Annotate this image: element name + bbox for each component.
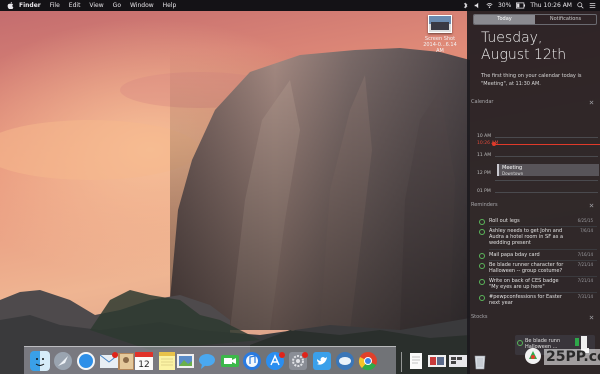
- reminder-checkbox[interactable]: [479, 229, 485, 235]
- reminder-text: Be blade runner character for Halloween …: [489, 262, 564, 274]
- slides-icon[interactable]: [448, 351, 468, 371]
- chrome-icon[interactable]: [358, 351, 378, 371]
- chat-icon[interactable]: [335, 351, 355, 371]
- today-date: August 12th: [481, 47, 567, 63]
- divider: [489, 226, 597, 227]
- preferences-icon[interactable]: [288, 351, 308, 371]
- app-store-icon[interactable]: [265, 351, 285, 371]
- apple-menu-icon[interactable]: [7, 2, 14, 9]
- hour-label: 12 PM: [477, 171, 491, 176]
- reminder-checkbox[interactable]: [479, 219, 485, 225]
- desktop-file-screenshot[interactable]: Screen Shot 2014-0...6.14 AM: [420, 15, 460, 54]
- trash-icon[interactable]: [470, 351, 490, 371]
- bluetooth-icon[interactable]: [462, 2, 469, 9]
- hour-line: [495, 192, 598, 193]
- notification-center-tabs: Today Notifications: [473, 14, 597, 25]
- close-calendar-icon[interactable]: [589, 100, 594, 105]
- twitter-icon[interactable]: [312, 351, 332, 371]
- reminder-text: Ashley needs to get John and Audra a hot…: [489, 228, 564, 246]
- close-reminders-icon[interactable]: [589, 203, 594, 208]
- watermark-text: 25PP.com: [544, 349, 600, 365]
- reminder-date: 7/16/14: [577, 252, 593, 257]
- hour-line: [495, 180, 598, 181]
- watermark: 25PP.com: [522, 344, 600, 374]
- calendar-section-title: Calendar: [471, 99, 494, 105]
- safari-icon[interactable]: [76, 351, 96, 371]
- messages-icon[interactable]: [197, 351, 217, 371]
- dock: 12: [24, 346, 486, 374]
- hour-label: 11 AM: [477, 153, 492, 158]
- wifi-icon[interactable]: [486, 2, 493, 9]
- divider: [489, 260, 597, 261]
- hour-line: [495, 137, 598, 138]
- finder-icon[interactable]: [30, 351, 50, 371]
- today-day: Tuesday,: [481, 30, 543, 46]
- volume-icon[interactable]: [474, 2, 481, 9]
- calendar-event-meeting[interactable]: Meeting Downtown: [497, 164, 599, 176]
- divider: [489, 276, 597, 277]
- reminder-checkbox[interactable]: [479, 295, 485, 301]
- reminder-text: Write on back of CES badge "My eyes are …: [489, 278, 559, 290]
- reminders-section-title: Reminders: [471, 202, 498, 208]
- reminder-checkbox[interactable]: [479, 253, 485, 259]
- divider: [489, 249, 597, 250]
- battery-percent[interactable]: 30%: [498, 0, 511, 11]
- event-location: Downtown: [502, 171, 524, 176]
- spotlight-search-icon[interactable]: [577, 2, 584, 9]
- contacts-icon[interactable]: [116, 351, 136, 371]
- preview-icon[interactable]: [427, 351, 447, 371]
- dock-separator: [401, 352, 402, 372]
- reminder-text: Mail papa bday card: [489, 252, 540, 258]
- menu-edit[interactable]: Edit: [69, 0, 81, 11]
- launchpad-icon[interactable]: [53, 351, 73, 371]
- reminder-date: 7/21/14: [577, 278, 593, 283]
- battery-icon[interactable]: [516, 2, 526, 9]
- screenshot-thumbnail: [428, 15, 452, 33]
- reminder-text: #pewpconfessions for Easter next year: [489, 294, 562, 306]
- app-store-badge: [279, 352, 285, 358]
- document-icon[interactable]: [406, 351, 426, 371]
- menu-go[interactable]: Go: [113, 0, 121, 11]
- current-time-line: [495, 143, 600, 145]
- close-stocks-icon[interactable]: [589, 315, 594, 320]
- notes-icon[interactable]: [157, 351, 177, 371]
- menu-window[interactable]: Window: [130, 0, 154, 11]
- menu-bar: Finder File Edit View Go Window Help 30%…: [0, 0, 600, 11]
- calendar-icon[interactable]: 12: [134, 351, 154, 371]
- notification-center: Today Notifications Tuesday, August 12th…: [467, 11, 600, 374]
- desktop-file-detail: 2014-0...6.14 AM: [423, 42, 457, 54]
- menu-app-finder[interactable]: Finder: [19, 0, 41, 11]
- menu-clock[interactable]: Thu 10:26 AM: [530, 0, 572, 11]
- menu-view[interactable]: View: [89, 0, 103, 11]
- desktop-screen: Finder File Edit View Go Window Help 30%…: [0, 0, 600, 374]
- menu-help[interactable]: Help: [163, 0, 177, 11]
- reminder-date: 7/31/14: [577, 294, 593, 299]
- svg-text:12: 12: [138, 360, 149, 370]
- reminder-date: 7/6/14: [580, 228, 593, 233]
- preferences-badge: [302, 352, 308, 358]
- reminder-text: Roll out legs: [489, 218, 520, 224]
- today-summary: The first thing on your calendar today i…: [481, 73, 582, 87]
- notification-center-icon[interactable]: [589, 2, 596, 9]
- facetime-icon[interactable]: [220, 351, 240, 371]
- tab-notifications[interactable]: Notifications: [535, 15, 596, 24]
- stocks-section-title: Stocks: [471, 314, 488, 320]
- watermark-logo-icon: [525, 348, 541, 364]
- hour-label: 01 PM: [477, 189, 491, 194]
- calendar-widget: 10 AM 10:26 AM 11 AM Meeting Downtown 12…: [467, 118, 600, 202]
- photos-icon[interactable]: [176, 351, 196, 371]
- itunes-icon[interactable]: [242, 351, 262, 371]
- reminder-checkbox[interactable]: [479, 279, 485, 285]
- menu-file[interactable]: File: [50, 0, 60, 11]
- divider: [489, 292, 597, 293]
- hour-line: [495, 156, 598, 157]
- hour-label: 10 AM: [477, 134, 492, 139]
- reminder-date: 6/25/15: [577, 218, 593, 223]
- tab-today[interactable]: Today: [474, 15, 535, 24]
- reminder-date: 7/21/14: [577, 262, 593, 267]
- reminder-checkbox[interactable]: [479, 263, 485, 269]
